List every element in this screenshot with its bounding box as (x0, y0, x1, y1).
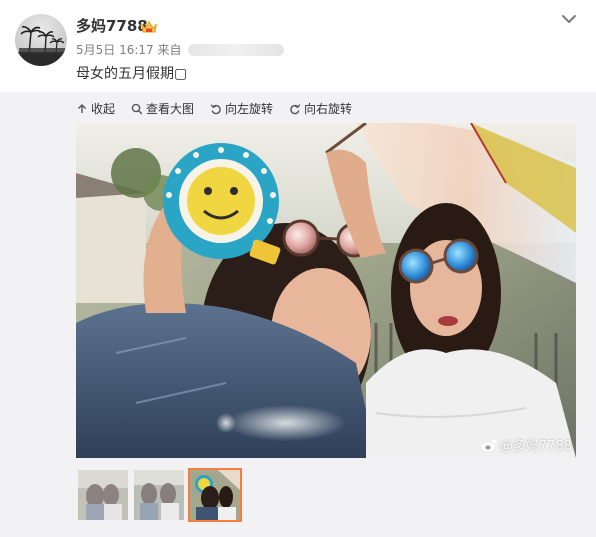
rotate-left-label: 向左旋转 (225, 102, 274, 116)
post-text: 母女的五月假期▢ (76, 66, 188, 82)
vip-crown-icon[interactable] (140, 19, 158, 35)
thumbnail[interactable] (134, 470, 184, 520)
thumbnail-image (134, 470, 184, 520)
media-toolbar: 收起 查看大图 向左旋转 向右旋转 (76, 100, 352, 118)
thumbnail-image (78, 470, 128, 520)
view-large-button[interactable]: 查看大图 (131, 100, 194, 118)
post-date[interactable]: 5月5日 (76, 43, 115, 57)
thumbnail-strip (78, 470, 240, 524)
mother-daughter-photo (76, 123, 576, 458)
thumbnail-selected[interactable] (190, 470, 240, 520)
rotate-right-label: 向右旋转 (304, 102, 353, 116)
rotate-left-icon (210, 104, 221, 115)
rotate-left-button[interactable]: 向左旋转 (210, 100, 273, 118)
palm-tree-silhouette-image (15, 26, 67, 66)
post-meta: 5月5日 16:17 来自 (76, 42, 284, 58)
watermark-text: @多妈7788 (499, 439, 572, 454)
avatar[interactable] (15, 14, 67, 66)
post-time[interactable]: 16:17 (119, 43, 154, 57)
arrow-up-icon (78, 104, 86, 113)
collapse-label: 收起 (91, 102, 116, 116)
rotate-right-icon (290, 104, 301, 115)
view-large-label: 查看大图 (146, 102, 195, 116)
chevron-down-icon[interactable] (560, 12, 578, 26)
media-panel: 收起 查看大图 向左旋转 向右旋转 @多妈7788 (0, 92, 596, 537)
thumbnail[interactable] (78, 470, 128, 520)
main-photo[interactable]: @多妈7788 (76, 123, 576, 458)
collapse-button[interactable]: 收起 (76, 100, 115, 118)
source-prefix: 来自 (157, 43, 182, 57)
magnifier-icon (131, 103, 143, 115)
source-redacted (187, 44, 284, 56)
weibo-logo-icon (481, 438, 497, 451)
rotate-right-button[interactable]: 向右旋转 (289, 100, 352, 118)
watermark: @多妈7788 (481, 435, 572, 454)
thumbnail-image (190, 470, 240, 520)
weibo-post: 多妈7788 5月5日 16:17 来自 母女的五月假期▢ 收起 查看大图 向左… (0, 0, 596, 537)
author-name[interactable]: 多妈7788 (76, 16, 148, 36)
